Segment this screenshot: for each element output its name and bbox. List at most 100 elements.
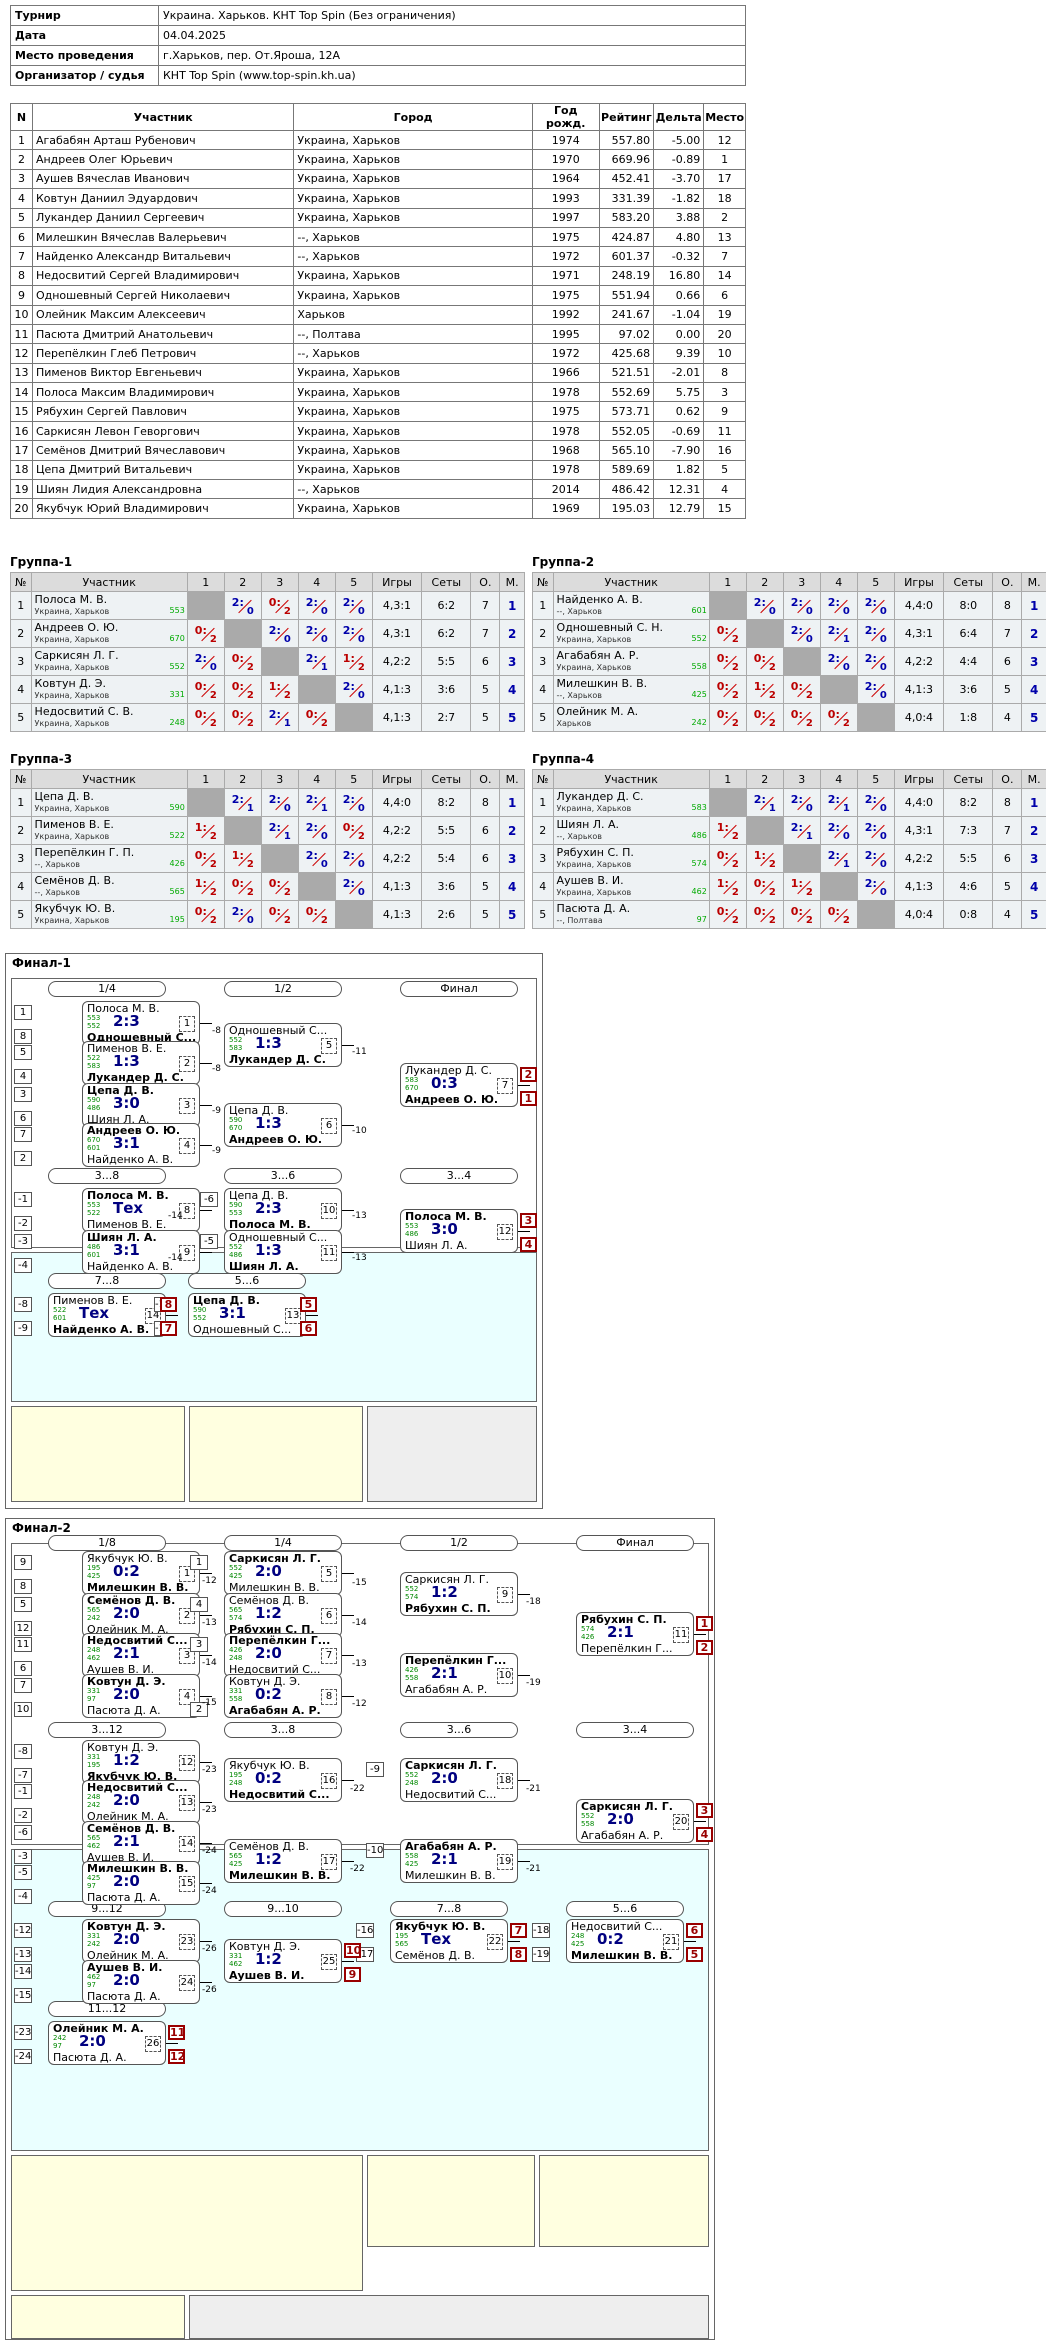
match-box[interactable]: Саркисян Л. Г. 552 558 2:0 20 Агабабян А. Р. bbox=[576, 1799, 694, 1843]
match-box[interactable]: Саркисян Л. Г. 552 425 2:0 5 Милешкин В. В. bbox=[224, 1551, 342, 1595]
connector-line bbox=[200, 1615, 212, 1616]
score-left: 2: bbox=[753, 792, 766, 806]
score-left: 0: bbox=[194, 848, 207, 862]
group-m: 3 bbox=[499, 647, 525, 676]
group-o: 4 bbox=[992, 703, 1023, 732]
match-box[interactable]: Аушев В. И. 462 97 2:0 24 Пасюта Д. А. bbox=[82, 1960, 200, 2004]
set-score: 2: 0 bbox=[343, 792, 365, 814]
match-box[interactable]: Саркисян Л. Г. 552 248 2:0 18 Недосвитий С... bbox=[400, 1758, 518, 1802]
group-sets: 6:2 bbox=[421, 591, 472, 620]
table-cell: -5.00 bbox=[653, 129, 705, 151]
player-1-name: Шиян Л. А. bbox=[87, 1232, 157, 1244]
match-number: 12 bbox=[497, 1224, 513, 1240]
set-score: 0: 2 bbox=[306, 904, 328, 926]
match-box[interactable]: Семёнов Д. В. 565 425 1:2 17 Милешкин В. В. bbox=[224, 1839, 342, 1883]
group-sets: 3:6 bbox=[421, 675, 472, 704]
match-box[interactable]: Ковтун Д. Э. 331 97 2:0 4 Пасюта Д. А. bbox=[82, 1674, 200, 1718]
match-number: 11 bbox=[321, 1245, 337, 1261]
match-box[interactable]: Семёнов Д. В. 565 242 2:0 2 Олейник М. А. bbox=[82, 1593, 200, 1637]
match-box[interactable]: Полоса М. В. 553 522 Тех 8 Пименов В. Е. bbox=[82, 1188, 200, 1232]
match-box[interactable]: Олейник М. А. 242 97 2:0 26 Пасюта Д. А. bbox=[48, 2021, 166, 2065]
seed-box: 4 bbox=[190, 1597, 208, 1612]
player-rating: 331 bbox=[169, 690, 185, 699]
match-box[interactable]: Милешкин В. В. 425 97 2:0 15 Пасюта Д. А. bbox=[82, 1861, 200, 1905]
match-score: 0:2 bbox=[597, 1930, 624, 1948]
score-left: 0: bbox=[827, 904, 840, 918]
match-box[interactable]: Перепёлкин Г... 426 248 2:0 7 Недосвитий С... bbox=[224, 1633, 342, 1677]
player-1-rating: 195 bbox=[395, 1932, 409, 1940]
set-score: 2: 0 bbox=[865, 651, 887, 673]
group-self-cell bbox=[782, 844, 821, 873]
match-box[interactable]: Агабабян А. Р. 558 425 2:1 19 Милешкин В. В. bbox=[400, 1839, 518, 1883]
player-rating: 195 bbox=[169, 915, 185, 924]
match-box[interactable]: Ковтун Д. Э. 331 195 1:2 12 Якубчук Ю. В. bbox=[82, 1740, 200, 1784]
player-1-name: Семёнов Д. В. bbox=[229, 1841, 310, 1853]
group-games: 4,4:0 bbox=[893, 591, 945, 620]
match-box[interactable]: Полоса М. В. 553 486 3:0 12 Шиян Л. А. bbox=[400, 1209, 518, 1253]
match-score: 2:0 bbox=[113, 1971, 140, 1989]
group-header-row: № Участник 1 2 3 4 5 Игры Сеты О. М. bbox=[532, 572, 1046, 592]
round-label: 1/2 bbox=[224, 981, 342, 997]
match-score: 2:0 bbox=[113, 1791, 140, 1809]
match-box[interactable]: Якубчук Ю. В. 195 565 Тех 22 Семёнов Д. В. bbox=[390, 1919, 508, 1963]
table-cell: 452.41 bbox=[598, 168, 655, 190]
match-box[interactable]: Якубчук Ю. В. 195 425 0:2 1 Милешкин В. В. bbox=[82, 1551, 200, 1595]
match-box[interactable]: Семёнов Д. В. 565 574 1:2 6 Рябухин С. П. bbox=[224, 1593, 342, 1637]
match-box[interactable]: Перепёлкин Г... 426 558 2:1 10 Агабабян А. Р. bbox=[400, 1653, 518, 1697]
loser-label: -24 bbox=[202, 1886, 217, 1896]
match-box[interactable]: Цепа Д. В. 590 670 1:3 6 Андреев О. Ю. bbox=[224, 1103, 342, 1147]
match-box[interactable]: Одношевный С... 552 583 1:3 5 Лукандер Д. С. bbox=[224, 1023, 342, 1067]
group-score-cell: 1: 2 bbox=[186, 872, 225, 901]
player-rating: 583 bbox=[691, 803, 707, 812]
match-box[interactable]: Якубчук Ю. В. 195 248 0:2 16 Недосвитий С... bbox=[224, 1758, 342, 1802]
match-box[interactable]: Шиян Л. А. 486 601 3:1 9 Найденко А. В. bbox=[82, 1230, 200, 1274]
connector-line bbox=[342, 1655, 354, 1656]
connector-line bbox=[200, 1883, 212, 1884]
group-self-cell bbox=[223, 619, 262, 648]
match-box[interactable]: Одношевный С... 552 486 1:3 11 Шиян Л. А. bbox=[224, 1230, 342, 1274]
match-box[interactable]: Саркисян Л. Г. 552 574 1:2 9 Рябухин С. П. bbox=[400, 1572, 518, 1616]
match-box[interactable]: Ковтун Д. Э. 331 558 0:2 8 Агабабян А. Р. bbox=[224, 1674, 342, 1718]
player-2-name: Одношевный С... bbox=[193, 1324, 292, 1336]
match-box[interactable]: Пименов В. Е. 522 583 1:3 2 Лукандер Д. С. bbox=[82, 1041, 200, 1085]
match-box[interactable]: Недосвитий С... 248 242 2:0 13 Олейник М. А. bbox=[82, 1780, 200, 1824]
match-box[interactable]: Недосвитий С... 248 425 0:2 21 Милешкин В. В. bbox=[566, 1919, 684, 1963]
match-box[interactable]: Цепа Д. В. 590 486 3:0 3 Шиян Л. А. bbox=[82, 1083, 200, 1127]
group-self-cell bbox=[745, 816, 784, 845]
player-1-name: Цепа Д. В. bbox=[229, 1105, 289, 1117]
match-box[interactable]: Пименов В. Е. 522 601 Тех 14 Найденко А. В. bbox=[48, 1293, 166, 1337]
connector-line bbox=[518, 1780, 530, 1781]
group-o: 6 bbox=[992, 844, 1023, 873]
round-label: 3...4 bbox=[576, 1722, 694, 1738]
table-row: 19 Шиян Лидия Александровна --, Харьков 201… bbox=[10, 479, 746, 500]
score-right: 0 bbox=[357, 605, 365, 617]
group-sets: 5:5 bbox=[421, 647, 472, 676]
player-1-name: Семёнов Д. В. bbox=[229, 1595, 310, 1607]
match-box[interactable]: Ковтун Д. Э. 331 242 2:0 23 Олейник М. А. bbox=[82, 1919, 200, 1963]
match-box[interactable]: Цепа Д. В. 590 552 3:1 13 Одношевный С... bbox=[188, 1293, 306, 1337]
connector-line bbox=[684, 1941, 696, 1942]
set-score: 0: 2 bbox=[232, 679, 254, 701]
player-city: Украина, Харьков bbox=[34, 635, 110, 644]
set-score: 0: 2 bbox=[717, 679, 739, 701]
score-right: 0 bbox=[842, 661, 850, 673]
connector-line bbox=[342, 1861, 354, 1862]
table-cell: 15 bbox=[703, 498, 746, 519]
score-right: 0 bbox=[320, 605, 328, 617]
group-row-number: 1 bbox=[532, 788, 554, 817]
match-box[interactable]: Недосвитий С... 248 462 2:1 3 Аушев В. И. bbox=[82, 1633, 200, 1677]
match-box[interactable]: Андреев О. Ю. 670 601 3:1 4 Найденко А. В. bbox=[82, 1123, 200, 1167]
match-box[interactable]: Цепа Д. В. 590 553 2:3 10 Полоса М. В. bbox=[224, 1188, 342, 1232]
group-row-number: 2 bbox=[10, 619, 32, 648]
table-cell: 11 bbox=[10, 323, 33, 345]
loser-label: -13 bbox=[352, 1253, 367, 1263]
table-cell: 521.51 bbox=[598, 362, 655, 384]
match-box[interactable]: Лукандер Д. С. 583 670 0:3 7 Андреев О. Ю. bbox=[400, 1063, 518, 1107]
match-box[interactable]: Полоса М. В. 553 552 2:3 1 Одношевный С... bbox=[82, 1001, 200, 1045]
match-box[interactable]: Семёнов Д. В. 565 462 2:1 14 Аушев В. И. bbox=[82, 1821, 200, 1865]
match-box[interactable]: Ковтун Д. Э. 331 462 1:2 25 Аушев В. И. bbox=[224, 1939, 342, 1983]
table-cell: Перепёлкин Глеб Петрович bbox=[31, 343, 295, 364]
match-box[interactable]: Рябухин С. П. 574 426 2:1 11 Перепёлкин Г... bbox=[576, 1612, 694, 1656]
connector-line bbox=[200, 1105, 212, 1106]
table-cell: 2014 bbox=[531, 479, 600, 500]
